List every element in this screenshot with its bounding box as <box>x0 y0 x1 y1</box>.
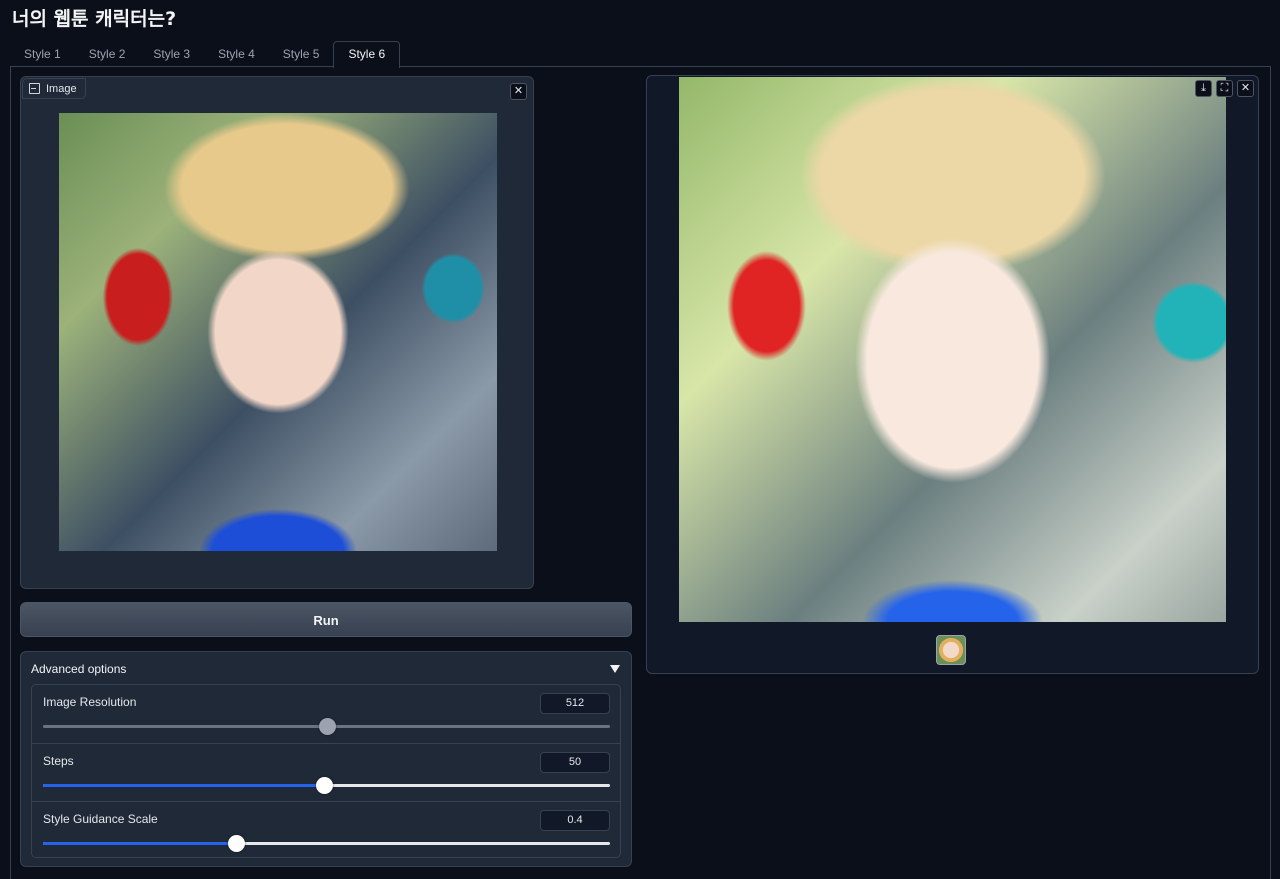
clear-image-button[interactable]: ✕ <box>510 83 527 100</box>
close-output-button[interactable]: ✕ <box>1237 80 1254 97</box>
advanced-options-body: Image Resolution 512 Steps 50 Style Guid… <box>31 684 621 858</box>
slider-fill <box>43 842 236 845</box>
image-icon <box>29 83 40 94</box>
slider-handle[interactable] <box>318 718 336 735</box>
run-button[interactable]: Run <box>20 602 632 637</box>
input-photo <box>59 113 497 551</box>
slider-image-resolution: Image Resolution 512 <box>32 685 620 742</box>
download-icon: ⤓ <box>1201 82 1206 94</box>
image-input-label: Image <box>22 78 86 99</box>
close-icon: ✕ <box>1240 82 1251 94</box>
slider-label: Style Guidance Scale <box>43 812 158 826</box>
slider-track[interactable] <box>43 718 610 735</box>
slider-track[interactable] <box>43 777 610 794</box>
slider-steps: Steps 50 <box>32 743 620 800</box>
output-thumbnail[interactable] <box>936 635 966 665</box>
page-title: 너의 웹툰 캐릭터는? <box>12 8 177 30</box>
image-input-label-text: Image <box>46 82 77 95</box>
style-guidance-scale-input[interactable]: 0.4 <box>540 810 610 831</box>
tab-style-6[interactable]: Style 6 <box>333 41 401 68</box>
fullscreen-icon: ⛶ <box>1220 82 1229 94</box>
slider-track[interactable] <box>43 835 610 852</box>
fullscreen-button[interactable]: ⛶ <box>1216 80 1233 97</box>
tab-style-3[interactable]: Style 3 <box>139 41 204 67</box>
tab-style-4[interactable]: Style 4 <box>204 41 269 67</box>
output-photo <box>679 77 1226 622</box>
output-toolbar: ⤓ ⛶ ✕ <box>1195 80 1254 97</box>
image-resolution-input[interactable]: 512 <box>540 693 610 714</box>
image-output-panel: ⤓ ⛶ ✕ <box>646 75 1259 674</box>
slider-handle[interactable] <box>227 835 245 852</box>
tab-style-5[interactable]: Style 5 <box>269 41 334 67</box>
steps-input[interactable]: 50 <box>540 752 610 773</box>
tab-style-1[interactable]: Style 1 <box>10 41 75 67</box>
slider-fill <box>43 784 324 787</box>
download-button[interactable]: ⤓ <box>1195 80 1212 97</box>
triangle-down-icon[interactable] <box>610 665 620 673</box>
image-input-panel[interactable]: Image ✕ <box>20 76 534 589</box>
tab-bar: Style 1 Style 2 Style 3 Style 4 Style 5 … <box>10 41 401 68</box>
tab-style-2[interactable]: Style 2 <box>75 41 140 67</box>
advanced-options-title[interactable]: Advanced options <box>31 662 126 676</box>
slider-label: Image Resolution <box>43 695 137 709</box>
close-icon: ✕ <box>513 85 524 97</box>
slider-label: Steps <box>43 754 74 768</box>
slider-style-guidance-scale: Style Guidance Scale 0.4 <box>32 801 620 858</box>
slider-handle[interactable] <box>315 777 333 794</box>
advanced-options-panel: Advanced options Image Resolution 512 St… <box>20 651 632 867</box>
